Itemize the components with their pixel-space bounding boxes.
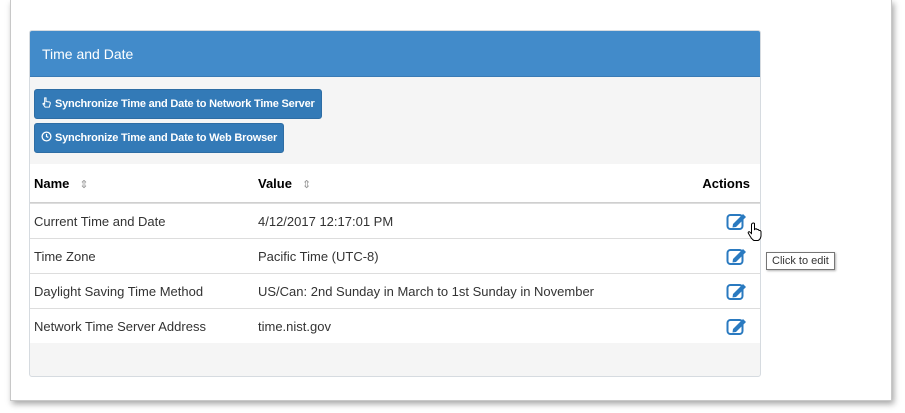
sort-icon: ⇕ <box>301 178 312 191</box>
button-area: Synchronize Time and Date to Network Tim… <box>30 77 760 165</box>
table-row: Time Zone Pacific Time (UTC-8) <box>30 238 760 273</box>
row-value: US/Can: 2nd Sunday in March to 1st Sunda… <box>258 283 595 299</box>
row-name: Current Time and Date <box>34 213 166 229</box>
edit-icon[interactable] <box>726 316 750 336</box>
table-row: Current Time and Date 4/12/2017 12:17:01… <box>30 203 760 238</box>
sync-web-browser-button[interactable]: Synchronize Time and Date to Web Browser <box>34 123 285 153</box>
name-header-label: Name <box>34 175 70 191</box>
sync-network-time-server-button[interactable]: Synchronize Time and Date to Network Tim… <box>34 89 322 119</box>
table-header: Name ⇕ Value ⇕ Actions <box>30 164 760 203</box>
value-header-label: Value <box>258 175 292 191</box>
panel-title: Time and Date <box>42 45 134 62</box>
value-column-header[interactable]: Value ⇕ <box>258 176 698 191</box>
table-row: Network Time Server Address time.nist.go… <box>30 308 760 343</box>
window: Time and Date Synchronize Time and Date … <box>10 0 892 401</box>
row-name: Daylight Saving Time Method <box>34 283 204 299</box>
edit-tooltip: Click to edit <box>766 252 835 270</box>
time-and-date-panel: Time and Date Synchronize Time and Date … <box>29 30 761 377</box>
table-row: Daylight Saving Time Method US/Can: 2nd … <box>30 273 760 308</box>
row-value: 4/12/2017 12:17:01 PM <box>258 213 394 229</box>
panel-heading: Time and Date <box>30 31 760 77</box>
row-name: Time Zone <box>34 248 96 264</box>
edit-icon[interactable] <box>726 281 750 301</box>
hand-pointer-icon <box>41 97 52 111</box>
row-actions <box>698 281 760 301</box>
hand-cursor-icon <box>747 222 763 247</box>
name-column-header[interactable]: Name ⇕ <box>30 176 258 191</box>
sort-icon: ⇕ <box>79 178 89 191</box>
row-value: time.nist.gov <box>258 318 331 334</box>
actions-column-header: Actions <box>702 175 750 191</box>
sync-web-browser-label: Synchronize Time and Date to Web Browser <box>55 132 278 144</box>
edit-icon[interactable] <box>726 246 750 266</box>
clock-icon <box>41 131 52 145</box>
row-value: Pacific Time (UTC-8) <box>258 248 379 264</box>
settings-table: Name ⇕ Value ⇕ Actions Current Time and Da… <box>30 164 760 343</box>
row-actions <box>698 246 760 266</box>
row-actions <box>698 316 760 336</box>
sync-network-time-server-label: Synchronize Time and Date to Network Tim… <box>55 98 315 110</box>
row-name: Network Time Server Address <box>34 318 206 334</box>
